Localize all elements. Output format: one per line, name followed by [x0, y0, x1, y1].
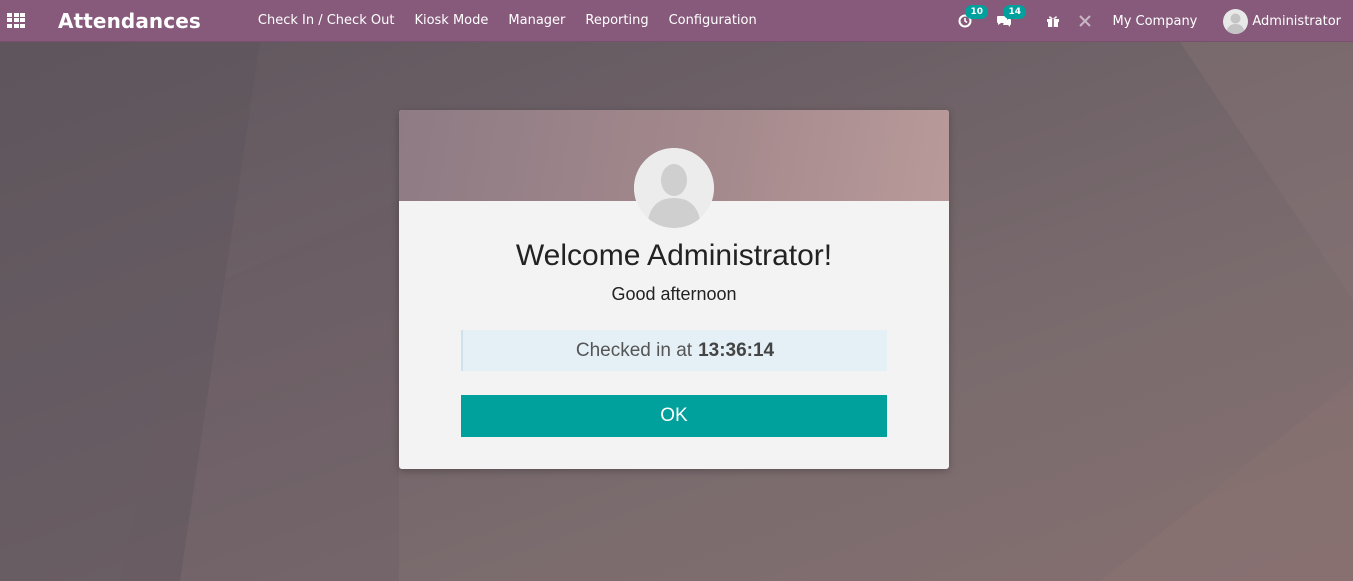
gift-icon [1047, 16, 1060, 27]
messages-count-badge: 14 [1003, 5, 1027, 19]
top-navbar: Attendances Check In / Check Out Kiosk M… [0, 0, 1353, 42]
messaging-menu[interactable]: 14 [996, 5, 1027, 28]
user-menu[interactable]: Administrator [1223, 8, 1341, 34]
company-switcher[interactable]: My Company [1112, 14, 1197, 29]
app-title[interactable]: Attendances [58, 9, 201, 33]
user-name: Administrator [1252, 13, 1341, 29]
welcome-title: Welcome Administrator! [515, 239, 833, 272]
greeting-text: Good afternoon [611, 284, 737, 304]
menu-reporting[interactable]: Reporting [575, 13, 658, 28]
systray: 10 14 My Company Administrator [958, 0, 1353, 42]
activity-count-badge: 10 [965, 5, 989, 19]
main-menu: Check In / Check Out Kiosk Mode Manager … [248, 13, 767, 28]
menu-kiosk-mode[interactable]: Kiosk Mode [404, 13, 498, 28]
checked-in-alert: Checked in at 13:36:14 [461, 330, 887, 371]
gift-button[interactable] [1046, 14, 1060, 28]
user-avatar-icon [1223, 8, 1249, 34]
greeting-dialog: Welcome Administrator! Good afternoon Ch… [399, 110, 949, 469]
menu-check-in-check-out[interactable]: Check In / Check Out [248, 13, 405, 28]
ok-button[interactable]: OK [461, 395, 887, 437]
menu-manager[interactable]: Manager [498, 13, 575, 28]
debug-button[interactable] [1078, 14, 1092, 28]
checked-in-label: Checked in at [575, 339, 693, 361]
apps-grid-icon[interactable] [7, 12, 27, 29]
employee-avatar-icon [634, 148, 714, 228]
activity-menu[interactable]: 10 [958, 5, 989, 28]
menu-configuration[interactable]: Configuration [659, 13, 767, 28]
checked-in-time: 13:36:14 [698, 339, 775, 361]
debug-tools-icon [1079, 15, 1092, 27]
